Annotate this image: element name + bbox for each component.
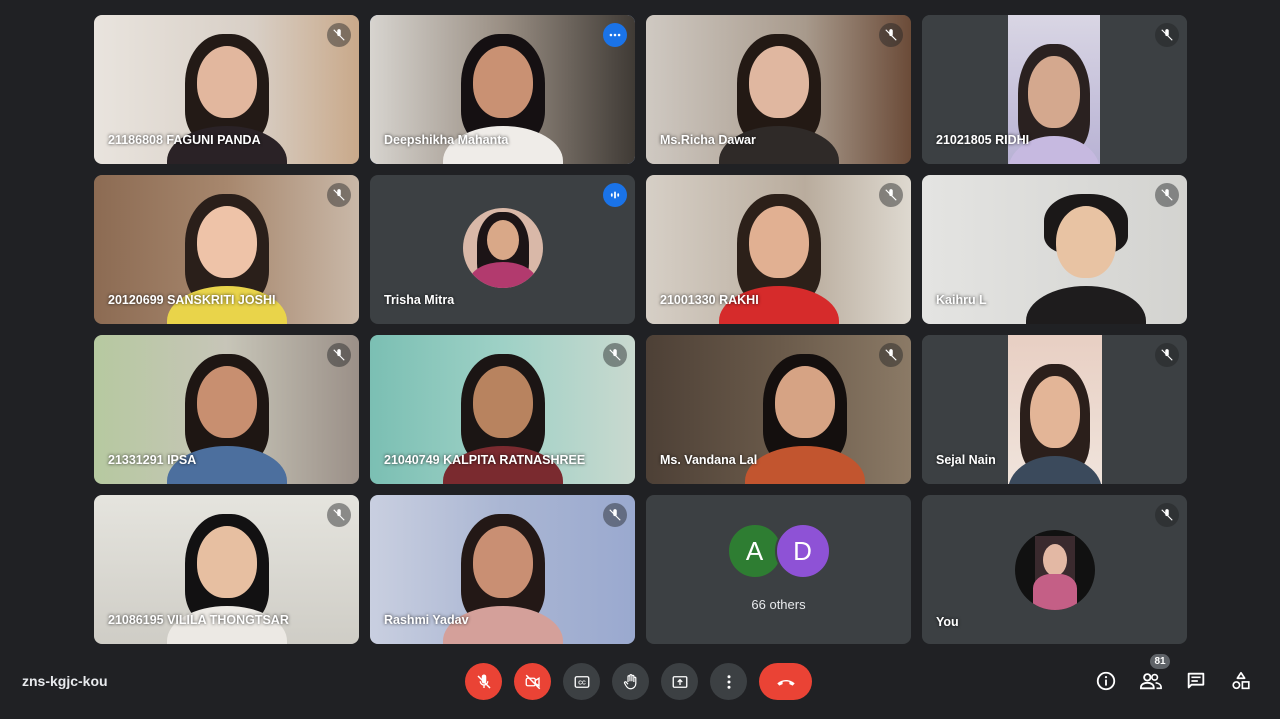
participant-name: 21186808 FAGUNI PANDA (108, 133, 261, 147)
participant-tile[interactable]: Ms.Richa Dawar (646, 15, 911, 164)
participant-silhouette (745, 354, 865, 484)
participant-tile[interactable]: Sejal Nain (922, 335, 1187, 484)
mic-off-icon (327, 503, 351, 527)
participant-name: Ms. Vandana Lal (660, 453, 758, 467)
participant-grid: 21186808 FAGUNI PANDA Deepshikha Mahanta… (94, 15, 1187, 644)
participant-name: Ms.Richa Dawar (660, 133, 756, 147)
participant-avatar (462, 208, 543, 288)
participant-name: 21331291 IPSA (108, 453, 197, 467)
participant-name: Trisha Mitra (384, 293, 455, 307)
participant-name: You (936, 615, 959, 629)
participant-tile[interactable]: 21331291 IPSA (94, 335, 359, 484)
participant-tile-active[interactable]: Deepshikha Mahanta (370, 15, 635, 164)
captions-icon: CC (574, 675, 589, 688)
participant-name: 21040749 KALPITA RATNASHREE (384, 453, 586, 467)
participant-name: 20120699 SANSKRITI JOSHI (108, 293, 276, 307)
participant-name: Rashmi Yadav (384, 613, 469, 627)
self-avatar (1014, 530, 1095, 610)
camera-off-icon (525, 674, 540, 689)
meeting-details-button[interactable] (1093, 668, 1118, 693)
people-icon (1139, 672, 1162, 689)
mic-off-icon (476, 674, 491, 689)
participant-name: 21001330 RAKHI (660, 293, 759, 307)
hang-up-icon (776, 679, 795, 686)
mic-off-icon (603, 503, 627, 527)
speaking-indicator-icon (603, 183, 627, 207)
participant-tile[interactable]: Ms. Vandana Lal (646, 335, 911, 484)
participant-name: 21086195 VILILA THONGTSAR (108, 613, 289, 627)
side-panel-buttons: 81 (1093, 654, 1253, 693)
meeting-code: zns-kgjc-kou (22, 673, 108, 689)
chat-button[interactable] (1183, 668, 1208, 693)
participant-tile[interactable]: Kaihru L (922, 175, 1187, 324)
call-controls: CC (465, 663, 812, 700)
mic-off-icon (327, 343, 351, 367)
others-avatars: A D (646, 523, 911, 579)
activities-icon (1231, 671, 1250, 689)
participant-tile[interactable]: 21001330 RAKHI (646, 175, 911, 324)
participant-tile[interactable]: 21021805 RIDHI (922, 15, 1187, 164)
mic-off-icon (879, 23, 903, 47)
participant-silhouette (1026, 194, 1147, 324)
self-tile[interactable]: You (922, 495, 1187, 644)
others-count-label: 66 others (751, 597, 806, 612)
mic-off-icon (603, 343, 627, 367)
participant-name: Sejal Nain (936, 453, 996, 467)
mic-off-icon (879, 183, 903, 207)
hand-icon (623, 673, 636, 689)
people-button[interactable]: 81 (1138, 654, 1170, 693)
mic-off-icon (327, 183, 351, 207)
svg-text:CC: CC (578, 680, 586, 686)
participant-tile[interactable]: 20120699 SANSKRITI JOSHI (94, 175, 359, 324)
others-tile[interactable]: A D 66 others (646, 495, 911, 644)
captions-button[interactable]: CC (563, 663, 600, 700)
portrait-video-strip (1008, 335, 1102, 484)
more-vertical-icon (727, 674, 730, 689)
info-icon (1096, 671, 1115, 690)
participant-count-badge: 81 (1150, 654, 1170, 669)
mic-off-icon (327, 23, 351, 47)
mic-off-icon (1155, 503, 1179, 527)
mic-off-icon (879, 343, 903, 367)
participant-tile[interactable]: Rashmi Yadav (370, 495, 635, 644)
camera-toggle-button[interactable] (514, 663, 551, 700)
avatar-initial: D (774, 523, 831, 579)
mic-off-icon (1155, 23, 1179, 47)
participant-name: Kaihru L (936, 293, 987, 307)
participant-silhouette (1008, 364, 1102, 484)
chat-icon (1187, 672, 1204, 688)
mic-off-icon (1155, 343, 1179, 367)
mic-toggle-button[interactable] (465, 663, 502, 700)
participant-name: Deepshikha Mahanta (384, 133, 509, 147)
participant-name: 21021805 RIDHI (936, 133, 1030, 147)
participant-tile[interactable]: Trisha Mitra (370, 175, 635, 324)
activities-button[interactable] (1228, 668, 1253, 693)
leave-call-button[interactable] (759, 663, 812, 700)
raise-hand-button[interactable] (612, 663, 649, 700)
participant-tile[interactable]: 21186808 FAGUNI PANDA (94, 15, 359, 164)
more-options-icon[interactable] (603, 23, 627, 47)
participant-tile[interactable]: 21040749 KALPITA RATNASHREE (370, 335, 635, 484)
present-screen-button[interactable] (661, 663, 698, 700)
participant-tile[interactable]: 21086195 VILILA THONGTSAR (94, 495, 359, 644)
present-icon (672, 675, 687, 688)
mic-off-icon (1155, 183, 1179, 207)
more-options-button[interactable] (710, 663, 747, 700)
